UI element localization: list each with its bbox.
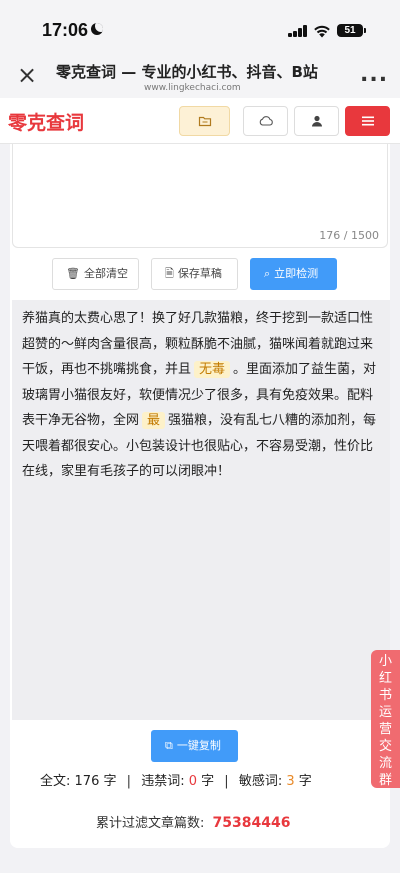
result-panel: 养猫真的太费心思了！换了好几款猫粮，终于挖到一款适口性超赞的～鲜肉含量很高，颗粒… — [12, 300, 390, 720]
total-words-label: 全文: — [40, 774, 71, 789]
copy-all-label: 一键复制 — [176, 739, 221, 752]
banned-words-label: 违禁词: — [141, 774, 185, 789]
side-tab-char: 营 — [378, 722, 392, 737]
cellular-signal-icon — [288, 25, 308, 37]
character-counter: 176 / 1500 — [319, 229, 379, 242]
banned-words-unit: 字 — [201, 774, 215, 789]
text-input-area[interactable]: 176 / 1500 — [12, 144, 388, 248]
more-options-button[interactable]: ... — [360, 62, 388, 87]
result-text: 养猫真的太费心思了！换了好几款猫粮，终于挖到一款适口性超赞的～鲜肉含量很高，颗粒… — [22, 306, 382, 485]
side-tab-char: 运 — [378, 705, 392, 720]
user-icon — [311, 115, 322, 127]
copy-icon: ⧉ — [165, 739, 173, 752]
clear-all-button[interactable]: 🗑 全部清空 — [52, 258, 139, 290]
folder-button[interactable] — [179, 106, 230, 136]
sensitive-words-label: 敏感词: — [238, 774, 283, 789]
community-group-tab[interactable]: 小 红 书 运 营 交 流 群 — [371, 650, 400, 788]
trash-icon: 🗑 — [66, 267, 80, 280]
folder-icon — [198, 116, 211, 127]
total-words-value: 176 — [74, 774, 100, 789]
save-draft-label: 保存草稿 — [177, 267, 222, 280]
sensitive-words-value: 3 — [286, 774, 295, 789]
browser-header: × 零克查词 — 专业的小红书、抖音、B站 www.lingkechaci.co… — [0, 56, 400, 98]
cloud-button[interactable] — [243, 106, 288, 136]
battery-icon: 51 — [337, 24, 366, 37]
bottom-panel: ⧉ 一键复制 全文: 176 字 | 违禁词: 0 字 | 敏感词: 3 字 累计… — [10, 720, 390, 848]
hamburger-menu-icon — [361, 116, 374, 126]
side-tab-char: 小 — [378, 654, 392, 669]
site-logo[interactable]: 零克查词 — [8, 108, 84, 135]
page-url: www.lingkechaci.com — [144, 83, 241, 93]
status-time: 17:06 — [42, 20, 89, 40]
sensitive-word-highlight[interactable]: 最 — [142, 412, 166, 429]
banned-words-value: 0 — [188, 774, 197, 789]
side-tab-char: 书 — [378, 688, 392, 703]
status-bar: 17:06 51 — [0, 0, 400, 56]
side-tab-char: 流 — [378, 756, 392, 771]
side-tab-char: 红 — [378, 671, 392, 686]
stats-divider: | — [126, 774, 132, 789]
check-now-label: 立即检测 — [274, 267, 319, 280]
sensitive-words-unit: 字 — [298, 774, 312, 789]
document-icon: 🗎 — [165, 267, 174, 280]
close-icon[interactable]: × — [16, 63, 38, 87]
search-icon: ⌕ — [264, 267, 271, 280]
page-title: 零克查词 — 专业的小红书、抖音、B站 — [56, 63, 318, 81]
menu-button[interactable] — [345, 106, 390, 136]
clear-all-label: 全部清空 — [83, 267, 128, 280]
total-words-unit: 字 — [103, 774, 117, 789]
stats-divider: | — [224, 774, 229, 789]
cloud-icon — [259, 116, 273, 126]
side-tab-char: 群 — [378, 773, 392, 788]
save-draft-button[interactable]: 🗎 保存草稿 — [151, 258, 238, 290]
side-tab-char: 交 — [378, 739, 392, 754]
site-header: 零克查词 — [0, 98, 400, 144]
check-now-button[interactable]: ⌕ 立即检测 — [250, 258, 337, 290]
filtered-total-value: 75384446 — [212, 815, 291, 831]
bottom-spacer — [0, 848, 400, 873]
sensitive-word-highlight[interactable]: 无毒 — [194, 361, 231, 378]
filtered-total-label: 累计过滤文章篇数: — [96, 816, 205, 831]
filtered-total: 累计过滤文章篇数: 75384446 — [96, 812, 290, 831]
copy-all-button[interactable]: ⧉ 一键复制 — [151, 730, 238, 762]
word-stats: 全文: 176 字 | 违禁词: 0 字 | 敏感词: 3 字 — [40, 770, 360, 789]
user-button[interactable] — [294, 106, 339, 136]
wifi-icon — [314, 25, 330, 38]
focus-moon-icon — [91, 23, 103, 35]
